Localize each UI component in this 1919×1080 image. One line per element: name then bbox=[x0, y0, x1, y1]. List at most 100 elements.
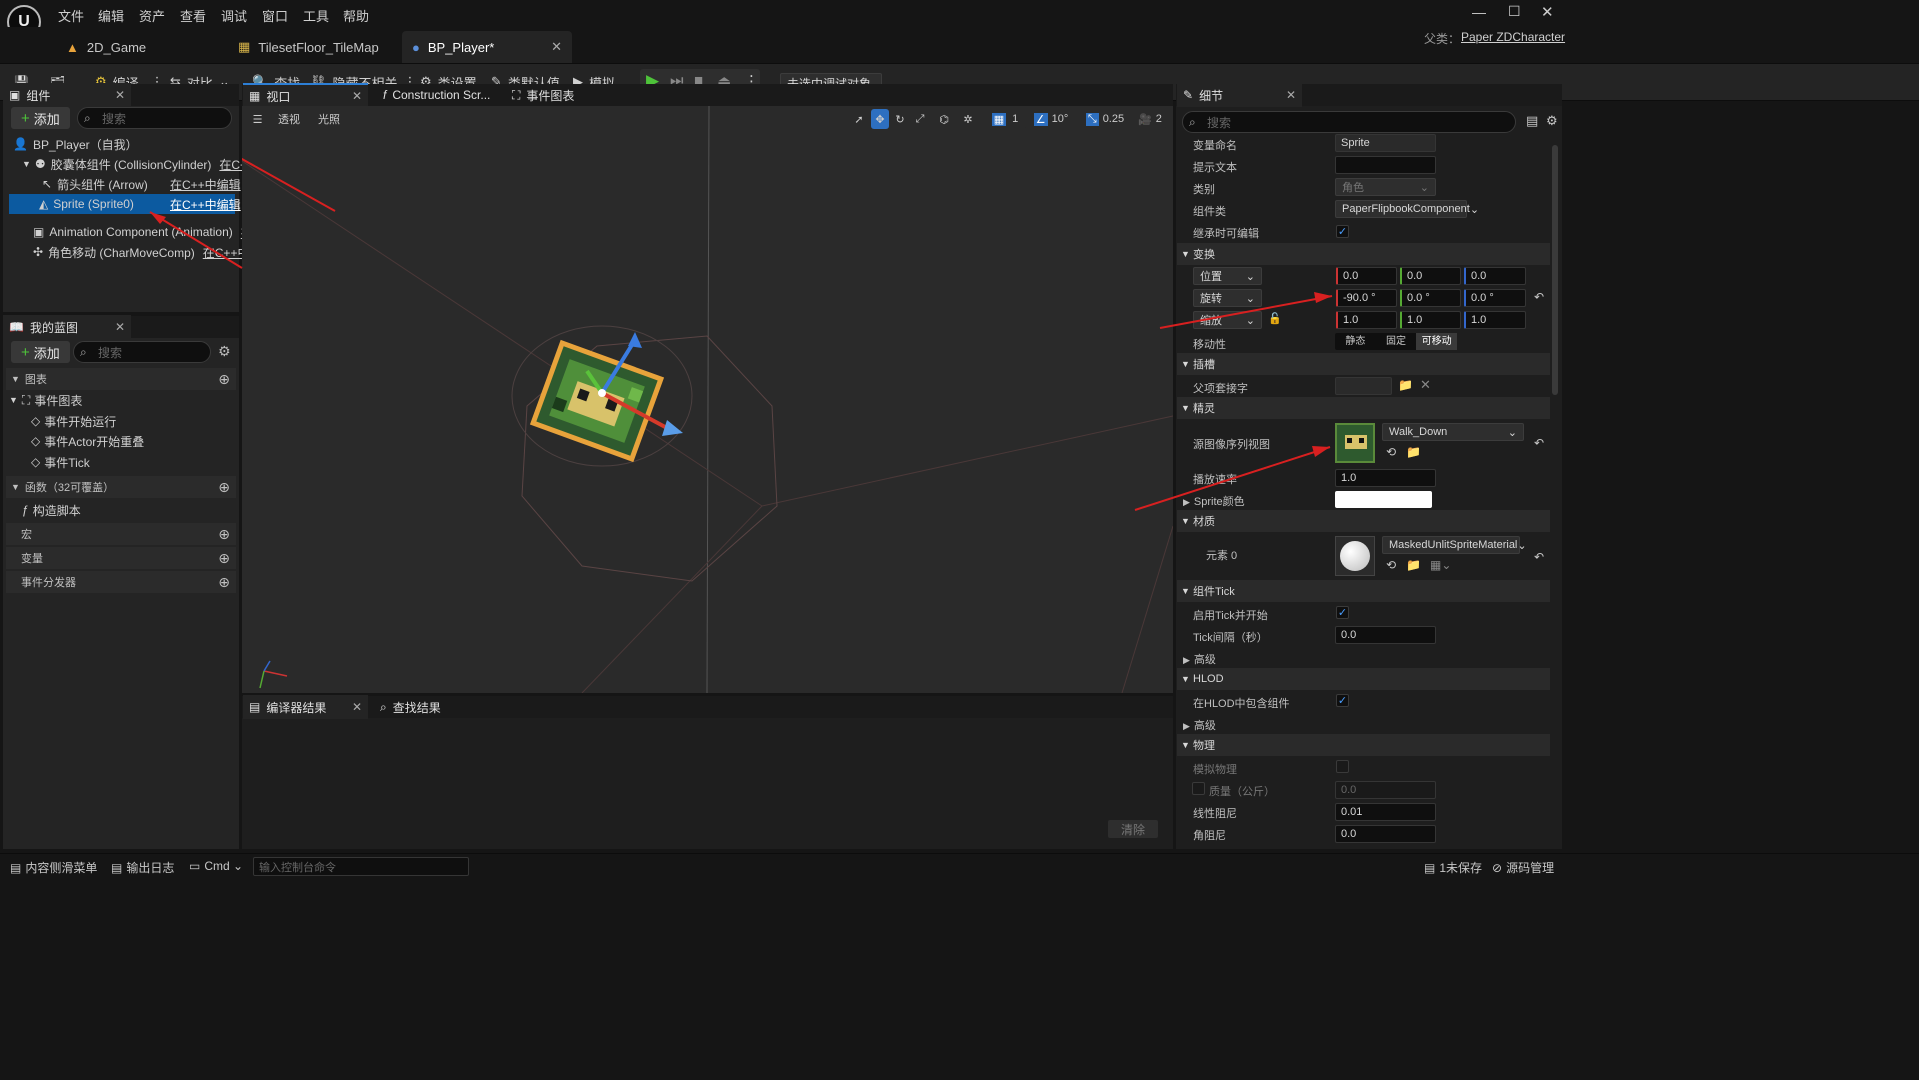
tab-find-results[interactable]: ⌕ 查找结果 bbox=[374, 695, 484, 719]
tab-construction-script[interactable]: f Construction Scr... bbox=[377, 83, 502, 107]
add-component-button[interactable]: + 添加 bbox=[11, 107, 70, 129]
close-icon[interactable]: ✕ bbox=[352, 700, 362, 714]
output-log-button[interactable]: ▤ 输出日志 bbox=[111, 859, 174, 876]
location-x-field[interactable]: 0.0 bbox=[1336, 267, 1397, 285]
menu-window[interactable]: 窗口 bbox=[262, 6, 288, 25]
settings-gear-icon[interactable]: ⚙ bbox=[1546, 113, 1558, 129]
section-hlod[interactable]: ▼ HLOD bbox=[1177, 668, 1550, 690]
source-control-button[interactable]: ⊘ 源码管理 bbox=[1492, 859, 1554, 876]
component-class-dropdown[interactable]: PaperFlipbookComponent ⌄ bbox=[1335, 200, 1479, 218]
tab-tilemap[interactable]: ▦ TilesetFloor_TileMap bbox=[228, 31, 398, 63]
rotation-x-field[interactable]: -90.0 ° bbox=[1336, 289, 1397, 307]
tree-event-begin-play[interactable]: ◇ 事件开始运行 bbox=[31, 411, 116, 431]
console-command-input[interactable]: 输入控制台命令 bbox=[253, 857, 469, 876]
sprite-color-swatch[interactable] bbox=[1335, 491, 1432, 508]
use-selected-icon[interactable]: ⟲ bbox=[1386, 445, 1396, 459]
menu-file[interactable]: 文件 bbox=[58, 6, 84, 25]
clear-icon[interactable]: ✕ bbox=[1420, 377, 1431, 393]
add-blueprint-item-button[interactable]: + 添加 bbox=[11, 341, 70, 363]
settings-gear-icon[interactable]: ⚙ bbox=[218, 343, 231, 360]
tree-item-bp-player[interactable]: 👤 BP_Player（自我） bbox=[13, 134, 138, 154]
advanced-row-2[interactable]: ▶ 高级 bbox=[1183, 717, 1216, 733]
linear-damping-field[interactable]: 0.01 bbox=[1335, 803, 1436, 821]
flipbook-thumbnail[interactable] bbox=[1335, 423, 1375, 463]
tree-item-arrow[interactable]: ↖ 箭头组件 (Arrow) 在C++中编辑 bbox=[42, 174, 241, 194]
close-icon[interactable]: ✕ bbox=[115, 88, 125, 102]
edit-in-cpp-link[interactable]: 在C++中编辑 bbox=[170, 196, 241, 213]
flipbook-dropdown[interactable]: Walk_Down ⌄ bbox=[1382, 423, 1524, 441]
reset-icon[interactable]: ↶ bbox=[1534, 550, 1544, 564]
scale-icon[interactable]: ⤢ bbox=[911, 109, 929, 129]
section-sockets[interactable]: ▼ 插槽 bbox=[1177, 353, 1550, 375]
tab-my-blueprint[interactable]: 📖 我的蓝图 ✕ bbox=[3, 315, 131, 339]
material-thumbnail[interactable] bbox=[1335, 536, 1375, 576]
tree-event-graph[interactable]: ▼ ⛶ 事件图表 bbox=[9, 390, 82, 410]
tree-item-sprite[interactable]: ◭ Sprite (Sprite0) 在C++中编辑 bbox=[9, 194, 241, 214]
sprite-color-row[interactable]: ▶ Sprite颜色 bbox=[1183, 493, 1245, 509]
lock-icon[interactable]: 🔓 bbox=[1268, 312, 1282, 325]
section-component-tick[interactable]: ▼ 组件Tick bbox=[1177, 580, 1550, 602]
close-window-button[interactable]: ✕ bbox=[1541, 3, 1554, 21]
var-name-field[interactable]: Sprite bbox=[1335, 134, 1436, 152]
viewport-canvas[interactable] bbox=[242, 106, 1173, 693]
close-icon[interactable]: ✕ bbox=[1286, 88, 1296, 102]
rotation-y-field[interactable]: 0.0 ° bbox=[1400, 289, 1461, 307]
tab-viewport[interactable]: ▦ 视口 ✕ bbox=[243, 83, 368, 107]
rotation-snap-button[interactable]: ∠ 10° bbox=[1030, 109, 1072, 129]
details-scrollbar[interactable] bbox=[1552, 145, 1558, 395]
category-dropdown[interactable]: 角色 ⌄ bbox=[1335, 178, 1436, 196]
scale-x-field[interactable]: 1.0 bbox=[1336, 311, 1397, 329]
section-variables[interactable]: 变量 ⊕ bbox=[6, 547, 236, 569]
add-dispatcher-icon[interactable]: ⊕ bbox=[218, 574, 230, 591]
unsaved-button[interactable]: ▤ 1未保存 bbox=[1424, 859, 1482, 876]
rotation-z-field[interactable]: 0.0 ° bbox=[1464, 289, 1526, 307]
section-dispatchers[interactable]: 事件分发器 ⊕ bbox=[6, 571, 236, 593]
add-macro-icon[interactable]: ⊕ bbox=[218, 526, 230, 543]
browse-folder-icon[interactable]: 📁 bbox=[1406, 558, 1421, 572]
material-options-icon[interactable]: ▦⌄ bbox=[1430, 558, 1451, 572]
details-search-input[interactable]: ⌕ 搜索 bbox=[1182, 111, 1516, 133]
include-hlod-checkbox[interactable]: ✓ bbox=[1336, 694, 1349, 707]
content-drawer-button[interactable]: ▤ 内容侧滑菜单 bbox=[10, 859, 97, 876]
rotate-icon[interactable]: ↻ bbox=[891, 109, 909, 129]
scale-y-field[interactable]: 1.0 bbox=[1400, 311, 1461, 329]
tab-components[interactable]: ▣ 组件 ✕ bbox=[3, 83, 131, 107]
maximize-button[interactable]: ☐ bbox=[1508, 3, 1521, 20]
scale-z-field[interactable]: 1.0 bbox=[1464, 311, 1526, 329]
close-icon[interactable]: ✕ bbox=[115, 320, 125, 334]
menu-tools[interactable]: 工具 bbox=[303, 6, 329, 25]
menu-view[interactable]: 查看 bbox=[180, 6, 206, 25]
tree-construction-script[interactable]: ƒ 构造脚本 bbox=[22, 500, 81, 520]
clear-button[interactable]: 清除 bbox=[1108, 820, 1158, 838]
camera-speed-button[interactable]: 🎥 2 bbox=[1134, 109, 1166, 129]
folder-icon[interactable]: 📁 bbox=[1398, 378, 1413, 392]
mobility-movable[interactable]: 可移动 bbox=[1416, 333, 1458, 350]
tree-item-animation[interactable]: ▣Animation Component (Animation)在C bbox=[33, 222, 261, 242]
section-macros[interactable]: 宏 ⊕ bbox=[6, 523, 236, 545]
browse-folder-icon[interactable]: 📁 bbox=[1406, 445, 1421, 459]
location-dropdown[interactable]: 位置 ⌄ bbox=[1193, 267, 1262, 285]
tree-item-collision[interactable]: ▼⚉胶囊体组件 (CollisionCylinder)在C++中 bbox=[22, 154, 266, 174]
blueprint-search-input[interactable]: ⌕ 搜索 bbox=[73, 341, 211, 363]
lighting-button[interactable]: 光照 bbox=[313, 109, 345, 129]
section-sprite[interactable]: ▼ 精灵 bbox=[1177, 397, 1550, 419]
use-selected-icon[interactable]: ⟲ bbox=[1386, 558, 1396, 572]
mobility-static[interactable]: 静态 bbox=[1335, 333, 1376, 350]
play-rate-field[interactable]: 1.0 bbox=[1335, 469, 1436, 487]
tooltip-field[interactable] bbox=[1335, 156, 1436, 174]
close-tab-icon[interactable]: ✕ bbox=[551, 39, 562, 55]
location-y-field[interactable]: 0.0 bbox=[1400, 267, 1461, 285]
location-z-field[interactable]: 0.0 bbox=[1464, 267, 1526, 285]
surface-snap-icon[interactable]: ✲ bbox=[959, 109, 977, 129]
tab-event-graph[interactable]: ⛶ 事件图表 bbox=[506, 83, 626, 107]
tab-2d-game[interactable]: ▲ 2D_Game bbox=[56, 31, 221, 63]
scale-snap-button[interactable]: ⤡ 0.25 bbox=[1082, 109, 1128, 129]
tab-details[interactable]: ✎ 细节 ✕ bbox=[1177, 83, 1302, 107]
add-graph-icon[interactable]: ⊕ bbox=[218, 371, 230, 388]
menu-assets[interactable]: 资产 bbox=[139, 6, 165, 25]
cmd-dropdown[interactable]: ▭ Cmd ⌄ bbox=[189, 859, 243, 873]
menu-debug[interactable]: 调试 bbox=[221, 6, 247, 25]
angular-damping-field[interactable]: 0.0 bbox=[1335, 825, 1436, 843]
tree-event-tick[interactable]: ◇ 事件Tick bbox=[31, 452, 90, 472]
mass-override-checkbox[interactable] bbox=[1192, 782, 1205, 795]
